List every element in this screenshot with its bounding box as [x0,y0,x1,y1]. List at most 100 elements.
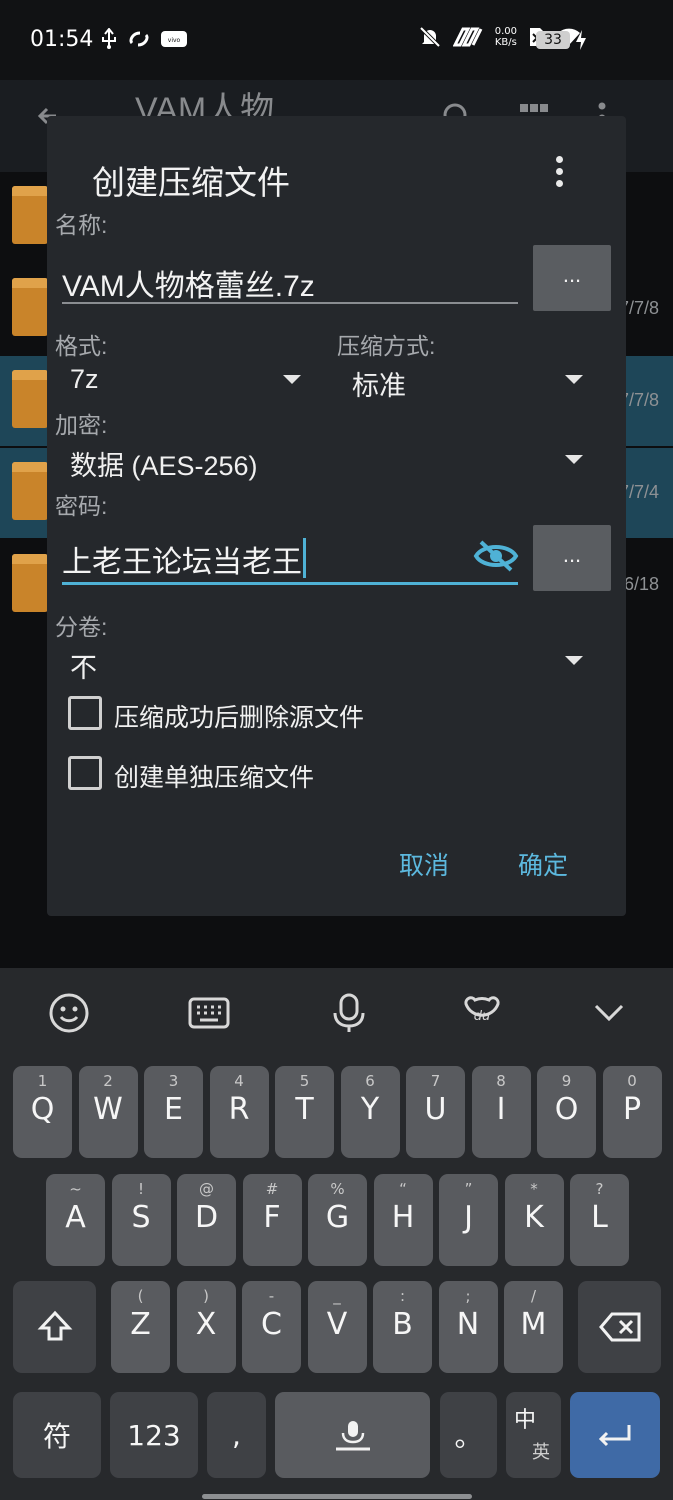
key-label: C [261,1307,282,1342]
home-indicator[interactable] [202,1494,472,1499]
key-alt-label: ) [203,1287,209,1305]
key-alt-label: 4 [234,1072,244,1090]
lang-zh-label: 中 [514,1408,537,1433]
backspace-key[interactable] [578,1281,661,1373]
key-v[interactable]: _ V [307,1281,367,1373]
ok-button[interactable]: 确定 [518,846,568,882]
key-d[interactable]: @ D [177,1174,236,1266]
folder-icon [12,186,48,244]
folder-icon [12,554,48,612]
encryption-select[interactable]: 数据 (AES-256) [70,444,258,483]
key-alt-label: % [330,1180,345,1198]
key-label: S [131,1200,151,1235]
encryption-label: 加密: [55,412,108,438]
delete-source-checkbox[interactable] [68,696,102,730]
toggle-password-visibility-icon[interactable] [473,539,519,573]
format-dropdown-icon[interactable] [283,375,301,384]
key-j[interactable]: ” J [439,1174,498,1266]
language-switch-key[interactable]: 中 英 [506,1392,561,1478]
status-left-icons: vivo [100,28,188,50]
key-p[interactable]: 0P [602,1066,662,1158]
key-label: A [65,1200,86,1235]
signal-logo-icon [452,27,483,47]
file-date: 6/18 [623,574,659,594]
encryption-dropdown-icon[interactable] [565,455,583,464]
key-t[interactable]: 5T [275,1066,334,1158]
browse-location-button[interactable]: ... [533,245,611,311]
du-mascot-icon[interactable]: du [460,992,504,1034]
key-alt-label: 9 [561,1072,572,1090]
key-e[interactable]: 3E [144,1066,203,1158]
dialog-overflow-menu-icon[interactable] [550,156,568,192]
cancel-button[interactable]: 取消 [399,846,449,882]
vivo-icon: vivo [161,31,187,47]
svg-text:vivo: vivo [168,37,181,44]
key-alt-label: ~ [69,1180,82,1198]
keyboard-layout-icon[interactable] [187,992,231,1034]
key-l[interactable]: ? L [570,1174,629,1266]
split-select[interactable]: 不 [70,646,97,685]
key-alt-label: : [399,1287,406,1305]
password-input[interactable]: 上老王论坛当老王 [62,537,306,581]
password-underline [62,582,518,585]
method-select[interactable]: 标准 [352,364,406,403]
shift-key[interactable] [13,1281,96,1373]
comma-key-label: , [232,1418,241,1452]
key-m[interactable]: / M [504,1281,563,1373]
format-label: 格式: [55,333,108,359]
key-o[interactable]: 9O [537,1066,596,1158]
key-alt-label: 1 [37,1072,48,1090]
key-g[interactable]: % G [308,1174,367,1266]
period-key[interactable]: 。 [440,1392,497,1478]
key-label: V [326,1307,348,1342]
key-q[interactable]: 1Q [13,1066,72,1158]
key-f[interactable]: # F [242,1174,302,1266]
key-s[interactable]: ! S [111,1174,171,1266]
key-x[interactable]: ) X [176,1281,236,1373]
key-alt-label: * [530,1180,538,1198]
key-y[interactable]: 6Y [340,1066,400,1158]
key-label: L [591,1200,608,1235]
key-label: J [464,1200,473,1235]
password-text: 上老王论坛当老王 [62,546,302,579]
usb-icon [102,28,116,49]
key-label: E [164,1092,183,1127]
key-k[interactable]: * K [504,1174,564,1266]
key-a[interactable]: ~ A [46,1174,105,1266]
archive-name-input[interactable]: VAM人物格蕾丝.7z [62,261,315,305]
separate-archive-checkbox[interactable] [68,756,102,790]
delete-source-label[interactable]: 压缩成功后删除源文件 [114,698,364,734]
split-dropdown-icon[interactable] [565,656,583,665]
key-u[interactable]: 7U [406,1066,465,1158]
symbol-key[interactable]: 符 [13,1392,101,1478]
password-options-button[interactable]: ... [533,525,611,591]
key-i[interactable]: 8I [471,1066,531,1158]
number-key[interactable]: 123 [110,1392,198,1478]
microphone-icon[interactable] [330,992,368,1034]
emoji-icon[interactable] [48,992,90,1034]
method-dropdown-icon[interactable] [565,375,583,384]
key-h[interactable]: “H [373,1174,433,1266]
separate-archive-label[interactable]: 创建单独压缩文件 [114,758,314,794]
key-r[interactable]: 4R [209,1066,269,1158]
key-alt-label: # [265,1180,279,1198]
key-b[interactable]: :B [373,1281,432,1373]
charging-icon [576,30,586,50]
key-c[interactable]: -C [242,1281,301,1373]
key-label: Y [360,1092,380,1127]
key-alt-label: @ [199,1180,214,1198]
key-alt-label: 0 [627,1072,637,1090]
key-z[interactable]: (Z [111,1281,170,1373]
key-label: D [194,1200,219,1235]
format-select[interactable]: 7z [70,364,99,395]
key-n[interactable]: ; N [438,1281,498,1373]
chevron-down-icon[interactable] [592,992,626,1034]
enter-key[interactable] [570,1392,660,1478]
space-key[interactable] [275,1392,430,1478]
key-label: F [263,1200,281,1235]
method-label: 压缩方式: [337,333,436,359]
key-w[interactable]: 2W [78,1066,138,1158]
number-key-label: 123 [127,1418,181,1452]
comma-key[interactable]: , [207,1392,266,1478]
key-alt-label: 7 [430,1072,441,1090]
